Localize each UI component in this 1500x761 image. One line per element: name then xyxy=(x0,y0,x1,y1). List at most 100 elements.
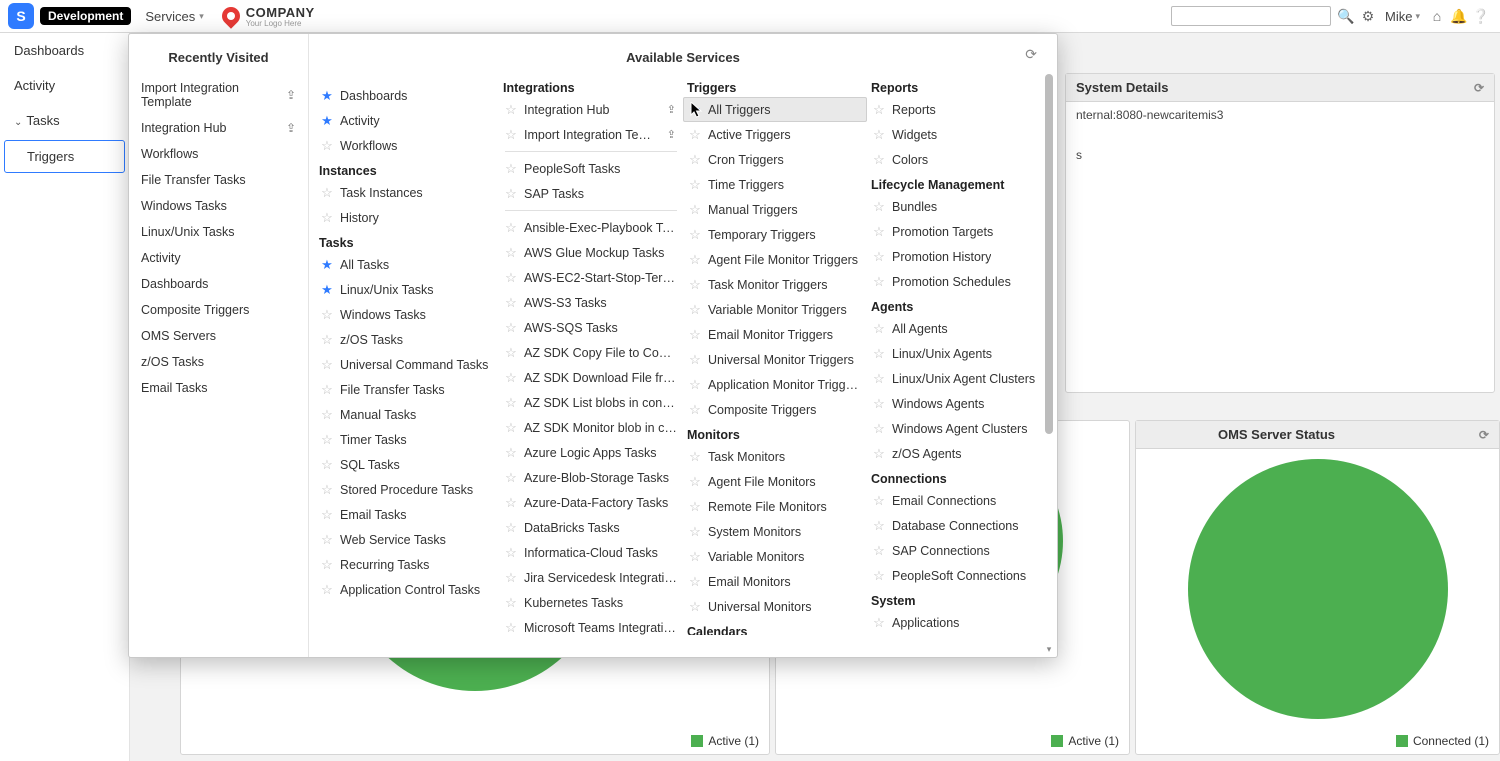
service-item[interactable]: ☆Reports xyxy=(867,97,1051,122)
service-item[interactable]: ☆Workflows xyxy=(315,133,499,158)
star-icon[interactable]: ☆ xyxy=(504,395,518,411)
bell-icon[interactable]: 🔔 xyxy=(1448,8,1470,25)
service-item[interactable]: ☆Web Service Tasks xyxy=(315,527,499,552)
service-item[interactable]: ☆Applications xyxy=(867,610,1051,635)
star-icon[interactable]: ☆ xyxy=(504,570,518,586)
service-item[interactable]: ☆Azure-Data-Factory Tasks xyxy=(499,490,683,515)
service-item[interactable]: ☆Manual Tasks xyxy=(315,402,499,427)
star-icon[interactable]: ★ xyxy=(320,113,334,129)
star-icon[interactable]: ☆ xyxy=(320,457,334,473)
service-item[interactable]: ☆Azure-Blob-Storage Tasks xyxy=(499,465,683,490)
star-icon[interactable]: ☆ xyxy=(872,543,886,559)
service-item[interactable]: ☆Agent File Monitor Triggers xyxy=(683,247,867,272)
star-icon[interactable]: ☆ xyxy=(688,549,702,565)
star-icon[interactable]: ☆ xyxy=(504,420,518,436)
star-icon[interactable]: ☆ xyxy=(504,186,518,202)
service-item[interactable]: ☆System Monitors xyxy=(683,519,867,544)
service-item[interactable]: ☆Email Monitors xyxy=(683,569,867,594)
service-item[interactable]: ☆z/OS Tasks xyxy=(315,327,499,352)
scroll-thumb[interactable] xyxy=(1045,74,1053,434)
help-icon[interactable]: ❔ xyxy=(1470,8,1492,25)
service-item[interactable]: ☆Task Monitor Triggers xyxy=(683,272,867,297)
star-icon[interactable]: ☆ xyxy=(688,377,702,393)
star-icon[interactable]: ★ xyxy=(320,88,334,104)
star-icon[interactable]: ☆ xyxy=(504,545,518,561)
service-item[interactable]: ☆PeopleSoft Connections xyxy=(867,563,1051,588)
scrollbar[interactable]: ▴ ▾ xyxy=(1043,74,1055,653)
star-icon[interactable]: ☆ xyxy=(688,499,702,515)
service-item[interactable]: ☆Jira Servicedesk Integration... xyxy=(499,565,683,590)
service-item[interactable]: ☆SQL Tasks xyxy=(315,452,499,477)
recent-item[interactable]: Integration Hub⇪ xyxy=(129,115,308,141)
service-item[interactable]: ☆z/OS Agents xyxy=(867,441,1051,466)
star-icon[interactable]: ☆ xyxy=(688,574,702,590)
star-icon[interactable]: ☆ xyxy=(688,327,702,343)
star-icon[interactable]: ☆ xyxy=(320,407,334,423)
nav-item-dashboards[interactable]: Dashboards xyxy=(0,33,129,68)
star-icon[interactable]: ☆ xyxy=(504,127,518,143)
service-item[interactable]: ☆Task Monitors xyxy=(683,444,867,469)
star-icon[interactable]: ☆ xyxy=(872,371,886,387)
service-item[interactable]: ☆AZ SDK List blobs in contain... xyxy=(499,390,683,415)
nav-item-tasks[interactable]: Tasks xyxy=(0,103,129,138)
search-input[interactable] xyxy=(1171,6,1331,26)
open-icon[interactable]: ⇪ xyxy=(286,121,296,135)
star-icon[interactable]: ☆ xyxy=(688,402,702,418)
service-item[interactable]: ☆Colors xyxy=(867,147,1051,172)
recent-item[interactable]: Dashboards xyxy=(129,271,308,297)
star-icon[interactable]: ☆ xyxy=(504,520,518,536)
service-item[interactable]: ☆Windows Agent Clusters xyxy=(867,416,1051,441)
service-item[interactable]: ☆Widgets xyxy=(867,122,1051,147)
service-item[interactable]: ☆Email Connections xyxy=(867,488,1051,513)
star-icon[interactable]: ☆ xyxy=(688,599,702,615)
star-icon[interactable]: ☆ xyxy=(320,138,334,154)
refresh-icon[interactable]: ⟳ xyxy=(1474,81,1484,95)
star-icon[interactable]: ☆ xyxy=(320,432,334,448)
star-icon[interactable]: ☆ xyxy=(504,295,518,311)
service-item[interactable]: ☆File Transfer Tasks xyxy=(315,377,499,402)
service-item[interactable]: ☆Windows Agents xyxy=(867,391,1051,416)
app-logo[interactable]: S xyxy=(8,3,34,29)
star-icon[interactable]: ☆ xyxy=(504,161,518,177)
service-item[interactable]: ☆DataBricks Tasks xyxy=(499,515,683,540)
star-icon[interactable]: ☆ xyxy=(872,568,886,584)
service-item[interactable]: ☆Universal Command Tasks xyxy=(315,352,499,377)
star-icon[interactable]: ☆ xyxy=(872,127,886,143)
star-icon[interactable]: ☆ xyxy=(688,252,702,268)
service-item[interactable]: ☆Active Triggers xyxy=(683,122,867,147)
star-icon[interactable]: ☆ xyxy=(872,224,886,240)
star-icon[interactable]: ☆ xyxy=(320,382,334,398)
star-icon[interactable]: ☆ xyxy=(504,620,518,636)
open-icon[interactable]: ⇪ xyxy=(667,128,678,141)
service-item[interactable]: ☆Promotion Targets xyxy=(867,219,1051,244)
service-item[interactable]: ☆Import Integration Template⇪ xyxy=(499,122,683,147)
service-item[interactable]: ☆Recurring Tasks xyxy=(315,552,499,577)
star-icon[interactable]: ☆ xyxy=(872,396,886,412)
recent-item[interactable]: z/OS Tasks xyxy=(129,349,308,375)
star-icon[interactable]: ☆ xyxy=(688,449,702,465)
service-item[interactable]: ☆SAP Connections xyxy=(867,538,1051,563)
star-icon[interactable]: ☆ xyxy=(872,152,886,168)
star-icon[interactable]: ☆ xyxy=(872,446,886,462)
service-item[interactable]: ☆AZ SDK Copy File to Contai... xyxy=(499,340,683,365)
service-item[interactable]: ☆All Agents xyxy=(867,316,1051,341)
service-item[interactable]: ☆PeopleSoft Tasks xyxy=(499,156,683,181)
star-icon[interactable]: ☆ xyxy=(872,102,886,118)
service-item[interactable]: ☆Ansible-Exec-Playbook Tasks xyxy=(499,215,683,240)
service-item[interactable]: ☆Kubernetes Tasks xyxy=(499,590,683,615)
star-icon[interactable]: ☆ xyxy=(872,274,886,290)
service-item[interactable]: ☆Manual Triggers xyxy=(683,197,867,222)
service-item[interactable]: ★All Triggers xyxy=(683,97,867,122)
star-icon[interactable]: ☆ xyxy=(504,345,518,361)
star-icon[interactable]: ☆ xyxy=(504,102,518,118)
service-item[interactable]: ☆Variable Monitors xyxy=(683,544,867,569)
service-item[interactable]: ☆Temporary Triggers xyxy=(683,222,867,247)
gear-icon[interactable]: ⚙ xyxy=(1357,8,1379,25)
star-icon[interactable]: ☆ xyxy=(688,474,702,490)
star-icon[interactable]: ☆ xyxy=(320,185,334,201)
star-icon[interactable]: ★ xyxy=(320,282,334,298)
star-icon[interactable]: ☆ xyxy=(320,582,334,598)
service-item[interactable]: ☆AZ SDK Download File from... xyxy=(499,365,683,390)
service-item[interactable]: ☆AWS-SQS Tasks xyxy=(499,315,683,340)
search-icon[interactable]: 🔍 xyxy=(1335,8,1357,25)
